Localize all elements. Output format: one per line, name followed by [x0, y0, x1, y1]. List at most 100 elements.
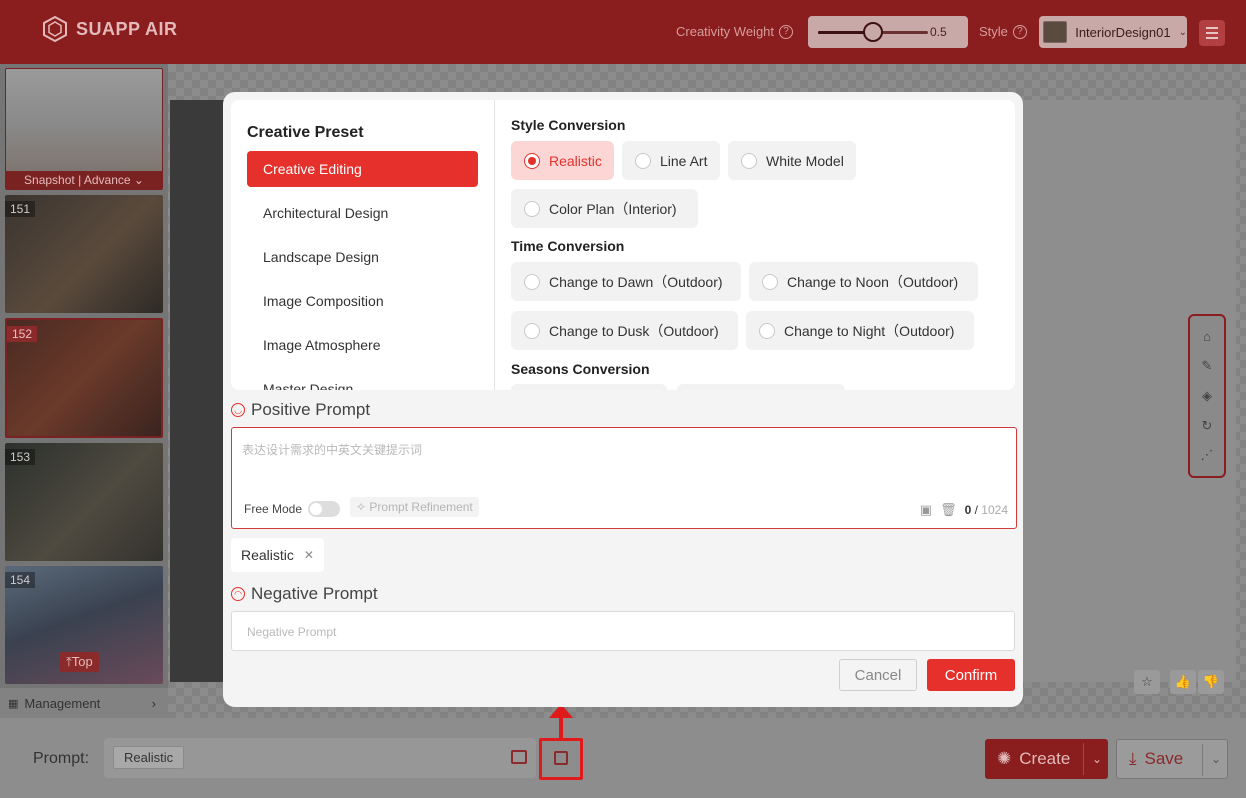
option-season-partial[interactable] [511, 384, 667, 390]
hamburger-line [1206, 32, 1218, 34]
option-color-plan[interactable]: Color Plan（Interior) [511, 189, 698, 228]
snapshot-advance-dropdown[interactable]: Snapshot | Advance ⌄ [6, 171, 162, 189]
divider [1202, 744, 1203, 776]
share-icon[interactable]: ⋰ [1199, 447, 1215, 463]
char-sep: / [974, 503, 978, 517]
menu-button[interactable] [1199, 20, 1225, 46]
char-max: 1024 [981, 503, 1008, 517]
conversion-options: Style Conversion Realistic Line Art Whit… [495, 100, 1015, 390]
option-realistic[interactable]: Realistic [511, 141, 614, 180]
option-line-art[interactable]: Line Art [622, 141, 720, 180]
star-icon: ☆ [1141, 674, 1153, 689]
radio[interactable] [759, 322, 775, 339]
smile-icon: ◡ [231, 403, 245, 417]
home-icon[interactable]: ⌂ [1199, 329, 1215, 345]
seasons-conversion-title: Seasons Conversion [511, 361, 650, 377]
preset-item-creative-editing[interactable]: Creative Editing [247, 151, 478, 187]
chevron-down-icon[interactable]: ⌄ [1092, 752, 1102, 766]
thumbnail-number: 151 [5, 201, 36, 217]
thumbnail-number: 153 [5, 449, 36, 465]
preset-item-master-design[interactable]: Master Design [247, 371, 478, 390]
dislike-button[interactable]: 👎 [1198, 670, 1224, 694]
frown-icon: ◠ [231, 587, 245, 601]
management-link[interactable]: ▦ Management › [0, 688, 168, 718]
preset-panel: Creative Preset Creative Editing Archite… [231, 100, 1015, 390]
render-image-left-part [170, 100, 228, 682]
thumbnail-number: 154 [5, 572, 36, 588]
layers-icon[interactable]: ◈ [1199, 388, 1215, 404]
selected-tag-label: Realistic [241, 547, 294, 563]
help-icon[interactable]: ? [1012, 24, 1027, 39]
list-item[interactable]: 151 [5, 195, 163, 313]
prompt-tag[interactable]: Realistic [113, 746, 185, 769]
negative-prompt-label: ◠ Negative Prompt [231, 584, 378, 604]
brand-logo: SUAPP AIR [42, 16, 178, 42]
back-to-top-button[interactable]: ⤒Top [60, 652, 99, 672]
style-select[interactable]: InteriorDesign01 ⌄ [1039, 16, 1187, 48]
create-label: Create [1019, 749, 1071, 768]
radio[interactable] [741, 152, 757, 169]
option-dawn[interactable]: Change to Dawn（Outdoor) [511, 262, 741, 301]
preset-item-architectural-design[interactable]: Architectural Design [247, 195, 478, 231]
create-button[interactable]: ✺ Create ⌄ [985, 739, 1108, 779]
creative-preset-modal: Creative Preset Creative Editing Archite… [223, 92, 1023, 707]
style-conversion-title: Style Conversion [511, 117, 626, 133]
radio[interactable] [524, 273, 540, 290]
preset-item-landscape-design[interactable]: Landscape Design [247, 239, 478, 275]
positive-prompt-text: Positive Prompt [251, 400, 371, 419]
radio[interactable] [762, 273, 778, 290]
option-noon[interactable]: Change to Noon（Outdoor) [749, 262, 978, 301]
prompt-refinement-button[interactable]: ✧ Prompt Refinement [350, 497, 479, 517]
list-item[interactable]: 153 [5, 443, 163, 561]
radio[interactable] [635, 152, 651, 169]
divider [1083, 743, 1084, 775]
refresh-icon[interactable]: ↻ [1199, 418, 1215, 434]
prompt-label: Prompt: [33, 750, 90, 767]
edit-icon[interactable]: ✎ [1199, 358, 1215, 374]
like-button[interactable]: 👍 [1170, 670, 1196, 694]
slider-value: 0.5 [930, 25, 947, 39]
preset-item-image-atmosphere[interactable]: Image Atmosphere [247, 327, 478, 363]
option-season-partial[interactable] [677, 384, 845, 390]
creativity-weight-label: Creativity Weight ? [676, 24, 794, 39]
option-white-model[interactable]: White Model [728, 141, 856, 180]
style-label-text: Style [979, 24, 1008, 39]
negative-placeholder: Negative Prompt [247, 625, 337, 639]
slider-thumb[interactable] [863, 22, 883, 42]
preset-button-highlight[interactable] [539, 738, 583, 780]
char-count: 0 [964, 503, 972, 517]
save-icon[interactable]: ▣ [920, 502, 932, 518]
help-icon[interactable]: ? [779, 24, 794, 39]
preset-list: Creative Preset Creative Editing Archite… [231, 100, 495, 390]
option-night[interactable]: Change to Night（Outdoor) [746, 311, 974, 350]
negative-prompt-input[interactable]: Negative Prompt [231, 611, 1015, 651]
list-item[interactable]: 154 ⤒Top [5, 566, 163, 684]
creativity-weight-slider[interactable]: 0.5 [808, 16, 968, 48]
free-mode: Free Mode [244, 501, 341, 517]
selected-tag-chip[interactable]: Realistic ✕ [231, 538, 324, 572]
image-icon[interactable] [511, 750, 527, 764]
char-counter: ▣ 🗑 0 / 1024 [920, 502, 1008, 518]
confirm-button[interactable]: Confirm [927, 659, 1015, 691]
snapshot-thumbnail[interactable]: Snapshot | Advance ⌄ [5, 68, 163, 190]
chevron-down-icon[interactable]: ⌄ [1211, 752, 1221, 766]
favorite-button[interactable]: ☆ [1134, 670, 1160, 694]
radio-selected[interactable] [524, 152, 540, 169]
save-button[interactable]: ⤓ Save ⌄ [1116, 739, 1228, 779]
free-mode-toggle[interactable] [308, 501, 341, 517]
prompt-refinement-label: Prompt Refinement [369, 500, 473, 514]
preset-item-image-composition[interactable]: Image Composition [247, 283, 478, 319]
hexagon-logo-icon [43, 16, 67, 42]
list-item[interactable]: 152 [5, 318, 163, 438]
thumbs-up-icon: 👍 [1174, 674, 1192, 689]
cancel-button[interactable]: Cancel [839, 659, 917, 691]
radio[interactable] [524, 200, 540, 217]
positive-prompt-label: ◡ Positive Prompt [231, 400, 370, 420]
thumbnail-number: 152 [7, 326, 38, 342]
preset-icon [554, 751, 568, 765]
close-icon[interactable]: ✕ [304, 548, 314, 562]
option-dusk[interactable]: Change to Dusk（Outdoor) [511, 311, 738, 350]
radio[interactable] [524, 322, 540, 339]
trash-icon[interactable]: 🗑 [940, 502, 957, 518]
positive-prompt-textarea[interactable]: 表达设计需求的中英文关键提示词 Free Mode ✧ Prompt Refin… [231, 427, 1017, 529]
